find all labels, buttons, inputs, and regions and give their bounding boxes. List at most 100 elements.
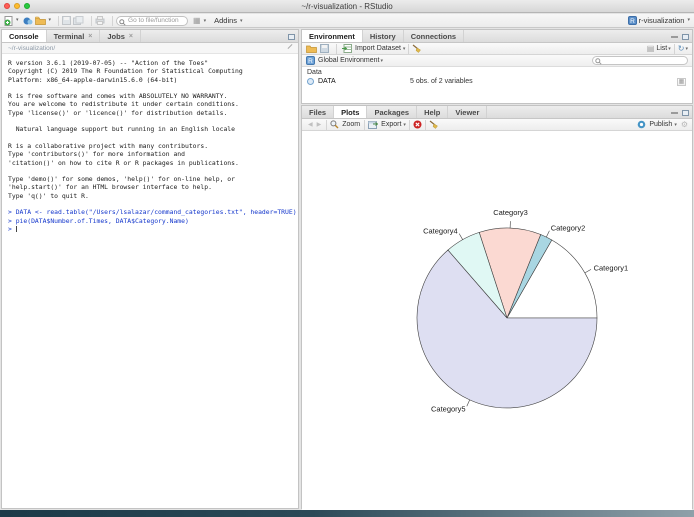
view-mode-dropdown[interactable]: ▾: [668, 46, 671, 52]
view-table-icon[interactable]: ▦: [677, 78, 686, 86]
pie-label-leader: [458, 233, 463, 240]
environment-search-input[interactable]: [592, 56, 688, 65]
tab-label: Help: [424, 107, 441, 117]
export-dropdown[interactable]: ▾: [403, 122, 406, 128]
tab-history[interactable]: History: [363, 30, 404, 42]
pane-layout-dropdown[interactable]: ▾: [204, 18, 207, 24]
pie-label-category2: Category2: [551, 224, 586, 233]
new-file-dropdown[interactable]: ▾: [16, 17, 19, 23]
addins-label: Addins: [214, 16, 238, 25]
console-output-line: Natural language support but running in …: [8, 125, 236, 134]
remove-plot-icon[interactable]: [413, 120, 422, 129]
maximize-panel-icon[interactable]: [682, 33, 689, 40]
tab-terminal[interactable]: Terminal ×: [47, 30, 101, 42]
environment-search[interactable]: [592, 56, 688, 65]
new-file-icon[interactable]: [4, 15, 13, 26]
clear-plots-broom-icon[interactable]: [429, 120, 438, 129]
console-output-line: 'citation()' on how to cite R or R packa…: [8, 158, 239, 167]
r-cube-icon: R: [306, 56, 315, 65]
console-output-line: Type 'contributors()' for more informati…: [8, 150, 185, 159]
titlebar: ~/r-visualization - RStudio: [0, 0, 694, 13]
console-working-directory: ~/r-visualization/: [2, 43, 298, 54]
minimize-window-button[interactable]: [14, 3, 20, 9]
pane-layout-icon[interactable]: ▦: [193, 16, 201, 25]
scope-dropdown[interactable]: ▾: [380, 58, 383, 64]
import-dataset-button[interactable]: Import Dataset: [355, 45, 401, 52]
tab-viewer[interactable]: Viewer: [448, 106, 488, 118]
goto-file-search[interactable]: [116, 15, 189, 26]
console-output-line: Type 'q()' to quit R.: [8, 191, 89, 200]
tab-files[interactable]: Files: [302, 106, 335, 118]
publish-icon: [637, 120, 646, 129]
tab-plots[interactable]: Plots: [334, 106, 368, 118]
minimize-panel-icon[interactable]: [671, 35, 678, 38]
tab-label: Connections: [410, 31, 457, 41]
view-mode-button[interactable]: List: [656, 45, 667, 52]
refresh-icon[interactable]: ↻: [678, 44, 685, 53]
console-output-line: R is a collaborative project with many c…: [8, 141, 209, 150]
goto-file-input[interactable]: [116, 15, 189, 26]
import-dataset-icon[interactable]: [342, 44, 352, 53]
close-tab-icon[interactable]: ×: [88, 33, 92, 40]
edit-icon[interactable]: [287, 44, 293, 49]
close-window-button[interactable]: [4, 3, 10, 9]
tab-jobs[interactable]: Jobs ×: [100, 30, 141, 42]
import-dataset-dropdown[interactable]: ▾: [403, 46, 406, 52]
scope-selector[interactable]: Global Environment: [318, 57, 379, 64]
load-workspace-icon[interactable]: [306, 44, 317, 53]
export-plot-icon[interactable]: [368, 120, 379, 129]
plots-toolbar: ◀ ▶ Zoom Export ▾ Publish ▾ ⚙: [302, 119, 692, 131]
tab-console[interactable]: Console: [2, 30, 47, 42]
svg-text:R: R: [308, 58, 313, 65]
svg-text:R: R: [630, 18, 635, 25]
zoom-plot-icon[interactable]: [330, 120, 339, 129]
tab-label: Plots: [341, 107, 360, 117]
console-input-line: >: [8, 224, 17, 233]
object-summary: 5 obs. of 2 variables: [410, 78, 473, 85]
tab-help[interactable]: Help: [417, 106, 449, 118]
tab-label: Environment: [309, 31, 355, 41]
close-tab-icon[interactable]: ×: [129, 33, 133, 40]
object-name[interactable]: DATA: [318, 78, 410, 85]
publish-dropdown[interactable]: ▾: [674, 122, 677, 128]
clear-objects-broom-icon[interactable]: [412, 44, 422, 53]
console-panel: Console Terminal × Jobs × ~/r-visualization/…: [1, 29, 299, 509]
console-output[interactable]: R version 3.6.1 (2019-07-05) -- "Action …: [2, 54, 298, 238]
new-project-icon[interactable]: [23, 15, 33, 25]
console-tabbar: Console Terminal × Jobs ×: [2, 30, 298, 43]
list-view-icon: ▤: [646, 44, 655, 53]
publish-button[interactable]: Publish: [649, 121, 672, 128]
console-input-line: > pie(DATA$Number.of.Times, DATA$Categor…: [8, 216, 189, 225]
project-menu[interactable]: R r-visualization ▾: [627, 16, 690, 26]
maximize-panel-icon[interactable]: [288, 33, 295, 40]
environment-scope-row: R Global Environment ▾: [302, 55, 692, 67]
pie-label-leader: [584, 269, 592, 274]
pie-label-category3: Category3: [493, 208, 528, 217]
console-output-line: Type 'demo()' for some demos, 'help()' f…: [8, 175, 236, 184]
save-all-icon: [73, 16, 84, 26]
export-plot-button[interactable]: Export: [381, 121, 401, 128]
environment-tabbar: Environment History Connections: [302, 30, 692, 43]
minimize-panel-icon[interactable]: [671, 111, 678, 114]
tab-packages[interactable]: Packages: [367, 106, 418, 118]
console-output-line: 'help.start()' for an HTML browser inter…: [8, 183, 212, 192]
environment-panel: Environment History Connections Import Dat…: [301, 29, 693, 104]
addins-menu[interactable]: Addins ▾: [214, 16, 242, 25]
data-section-label: Data: [307, 69, 322, 76]
object-row-DATA[interactable]: DATA 5 obs. of 2 variables ▦: [302, 77, 692, 86]
tab-label: Packages: [374, 107, 410, 117]
maximize-panel-icon[interactable]: [682, 109, 689, 116]
zoom-window-button[interactable]: [24, 3, 30, 9]
plots-tabbar: Files Plots Packages Help Viewer: [302, 106, 692, 119]
open-file-icon[interactable]: [34, 16, 46, 26]
save-workspace-icon[interactable]: [320, 44, 329, 53]
tab-connections[interactable]: Connections: [404, 30, 465, 42]
print-icon: [95, 16, 105, 26]
zoom-plot-button[interactable]: Zoom: [342, 121, 360, 128]
tab-environment[interactable]: Environment: [302, 30, 363, 42]
refresh-dropdown[interactable]: ▾: [685, 46, 688, 52]
recent-files-dropdown[interactable]: ▾: [49, 17, 52, 23]
dataframe-expand-icon[interactable]: [307, 78, 314, 85]
